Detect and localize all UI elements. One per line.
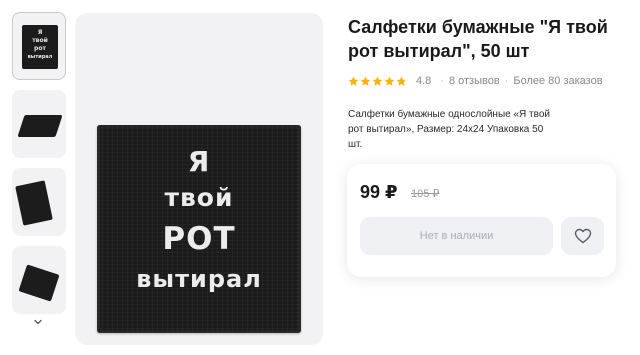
heart-icon bbox=[574, 228, 591, 244]
separator: · bbox=[440, 75, 444, 87]
napkin-shape bbox=[15, 180, 53, 226]
product-description: Салфетки бумажные однослойные «Я твой ро… bbox=[348, 109, 550, 150]
thumb-line: Я bbox=[37, 29, 43, 36]
thumbnail-2[interactable] bbox=[12, 90, 66, 158]
napkin-text-line: РОТ bbox=[162, 221, 236, 257]
chevron-down-icon[interactable] bbox=[33, 317, 43, 327]
star-icon bbox=[384, 76, 395, 86]
star-icon bbox=[372, 76, 383, 86]
rating-stars bbox=[348, 76, 408, 87]
thumbnail-text: Я твой рот вытирал bbox=[22, 29, 58, 61]
napkin-shape bbox=[17, 115, 63, 137]
thumbnail-3[interactable] bbox=[12, 168, 66, 236]
napkin-text-line: Я bbox=[187, 145, 211, 178]
reviews-link[interactable]: 8 отзывов bbox=[449, 75, 500, 87]
thumb-line: рот bbox=[34, 45, 46, 52]
rating-value: 4.8 bbox=[416, 75, 432, 87]
star-icon bbox=[348, 76, 359, 86]
napkin-text-line: вытирал bbox=[136, 265, 262, 293]
rating-row: 4.8 · 8 отзывов · Более 80 заказов bbox=[348, 75, 603, 87]
out-of-stock-button[interactable]: Нет в наличии bbox=[360, 217, 553, 255]
thumb-line: твой bbox=[32, 37, 48, 44]
favorite-button[interactable] bbox=[561, 217, 604, 255]
current-price: 99 ₽ bbox=[360, 182, 398, 202]
orders-count: Более 80 заказов bbox=[513, 75, 603, 87]
napkin-text-line: твой bbox=[164, 183, 234, 212]
star-icon bbox=[360, 76, 371, 86]
thumb-line: вытирал bbox=[27, 54, 53, 60]
napkin-image: Я твой РОТ вытирал bbox=[97, 125, 301, 333]
separator: · bbox=[504, 75, 509, 87]
napkin-shape bbox=[18, 264, 60, 302]
purchase-card: 99 ₽ 105 ₽ Нет в наличии bbox=[347, 164, 616, 277]
thumbnail-1[interactable]: Я твой рот вытирал bbox=[12, 12, 66, 80]
product-title: Салфетки бумажные "Я твой рот вытирал", … bbox=[348, 17, 608, 61]
main-product-image[interactable]: Я твой РОТ вытирал bbox=[75, 13, 323, 345]
star-half-icon bbox=[396, 76, 407, 86]
thumbnail-4[interactable] bbox=[12, 246, 66, 314]
thumbnail-list: Я твой рот вытирал bbox=[12, 12, 68, 324]
old-price: 105 ₽ bbox=[411, 188, 440, 200]
